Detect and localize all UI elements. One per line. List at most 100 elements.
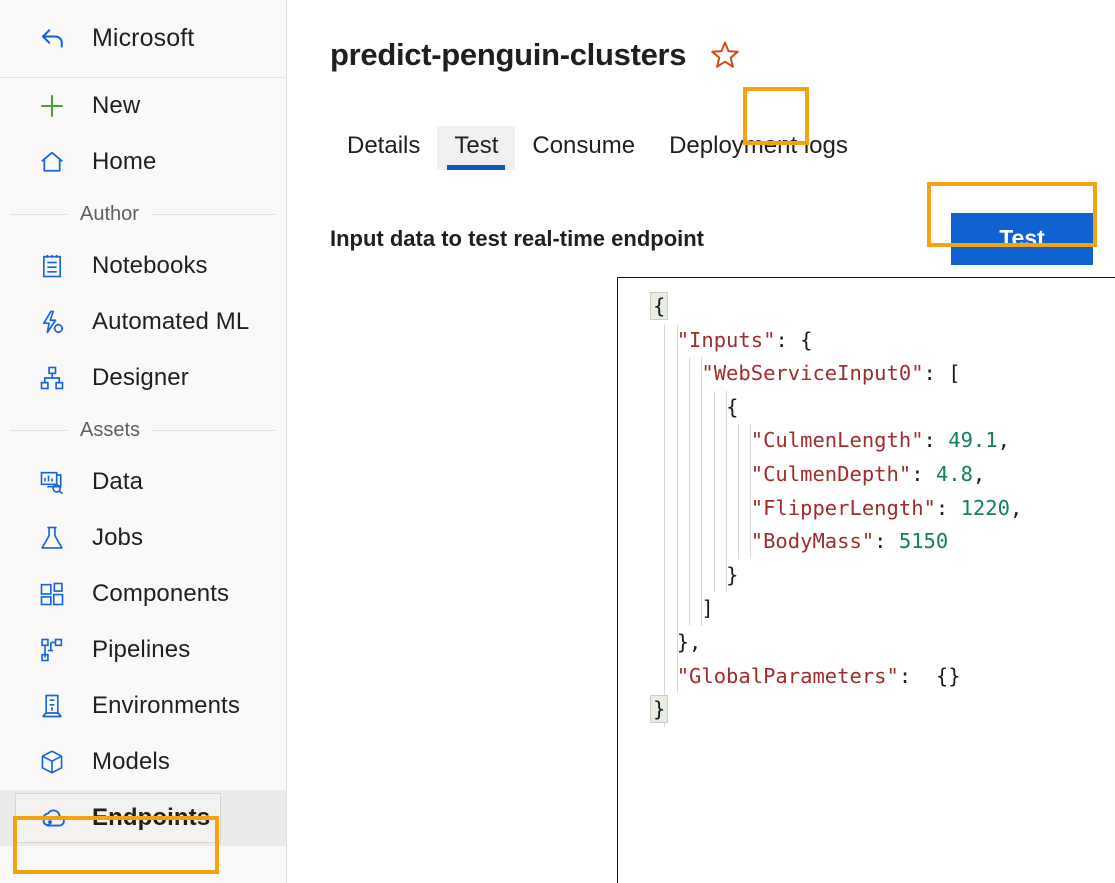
- json-key: "FlipperLength": [751, 496, 936, 520]
- tab-active-underline: [447, 165, 505, 170]
- section-label: Author: [80, 203, 139, 226]
- sidebar-item-environments[interactable]: Environments: [0, 678, 286, 734]
- json-punctuation: }: [726, 563, 738, 587]
- tab-label: Consume: [532, 132, 635, 159]
- json-punctuation: :: [874, 529, 899, 553]
- code-line: ]: [652, 592, 1115, 626]
- page-header: predict-penguin-clusters: [330, 0, 1115, 94]
- tab-details[interactable]: Details: [330, 126, 437, 170]
- section-label: Assets: [80, 419, 140, 442]
- main-content: predict-penguin-clusters Details Test Co…: [287, 0, 1115, 883]
- app-root: Microsoft New Home: [0, 0, 1115, 883]
- models-cube-icon: [38, 748, 70, 776]
- code-content[interactable]: { "Inputs": { "WebServiceInput0": [ { "C…: [618, 278, 1115, 727]
- sidebar-item-label: Designer: [92, 364, 189, 392]
- sidebar-item-designer[interactable]: Designer: [0, 350, 286, 406]
- jobs-flask-icon: [38, 524, 70, 552]
- sidebar-item-label: Data: [92, 468, 143, 496]
- sidebar-item-label: Endpoints: [92, 804, 210, 832]
- sidebar-item-label: Jobs: [92, 524, 143, 552]
- sidebar-item-notebooks[interactable]: Notebooks: [0, 238, 286, 294]
- sidebar: Microsoft New Home: [0, 0, 287, 883]
- json-value: 49.1: [948, 428, 997, 452]
- code-line: "FlipperLength": 1220,: [652, 492, 1115, 526]
- sidebar-item-label: Notebooks: [92, 252, 208, 280]
- automated-ml-icon: [38, 308, 70, 336]
- json-punctuation: ]: [701, 596, 713, 620]
- tab-label: Details: [347, 132, 420, 159]
- divider-line-right: [152, 430, 276, 431]
- pipelines-icon: [38, 636, 70, 664]
- sidebar-item-label: Models: [92, 748, 170, 776]
- json-punctuation: {: [726, 395, 738, 419]
- tab-deployment-logs[interactable]: Deployment logs: [652, 126, 865, 170]
- section-heading: Input data to test real-time endpoint: [330, 226, 704, 252]
- json-punctuation: :: [911, 462, 936, 486]
- designer-icon: [38, 364, 70, 392]
- sidebar-item-label: Components: [92, 580, 229, 608]
- code-line: "CulmenLength": 49.1,: [652, 424, 1115, 458]
- section-header-row: Input data to test real-time endpoint Te…: [330, 208, 1115, 271]
- json-punctuation: :: [924, 428, 949, 452]
- json-key: "CulmenLength": [751, 428, 924, 452]
- json-key: "Inputs": [677, 328, 776, 352]
- endpoints-cloud-icon: [38, 803, 70, 833]
- divider-line-right: [151, 214, 276, 215]
- tab-consume[interactable]: Consume: [515, 126, 652, 170]
- environments-icon: [38, 692, 70, 720]
- code-line: "BodyMass": 5150: [652, 525, 1115, 559]
- json-punctuation: :: [936, 496, 961, 520]
- json-punctuation: ,: [1010, 496, 1022, 520]
- sidebar-item-components[interactable]: Components: [0, 566, 286, 622]
- star-outline-icon[interactable]: [708, 32, 742, 77]
- sidebar-item-label: New: [92, 92, 140, 120]
- json-value: 5150: [899, 529, 948, 553]
- sidebar-item-data[interactable]: Data: [0, 454, 286, 510]
- json-key: "BodyMass": [751, 529, 874, 553]
- sidebar-section-assets: Assets: [0, 406, 286, 454]
- code-line: }: [652, 693, 1115, 727]
- json-key: "CulmenDepth": [751, 462, 911, 486]
- json-key: "WebServiceInput0": [701, 361, 923, 385]
- test-button[interactable]: Test: [951, 213, 1093, 265]
- sidebar-item-models[interactable]: Models: [0, 734, 286, 790]
- brand-back-to-microsoft[interactable]: Microsoft: [0, 0, 286, 78]
- json-key: "GlobalParameters": [677, 664, 899, 688]
- code-line: "Inputs": {: [652, 324, 1115, 358]
- divider-line-left: [10, 214, 68, 215]
- back-arrow-icon: [38, 24, 72, 54]
- home-icon: [38, 148, 70, 176]
- tab-label: Test: [454, 132, 498, 159]
- page-title: predict-penguin-clusters: [330, 37, 686, 73]
- json-punctuation: }: [650, 695, 668, 723]
- tab-test[interactable]: Test: [437, 126, 515, 170]
- json-code-editor[interactable]: { "Inputs": { "WebServiceInput0": [ { "C…: [617, 277, 1115, 883]
- plus-icon: [38, 92, 70, 120]
- code-line: },: [652, 626, 1115, 660]
- json-value: 4.8: [936, 462, 973, 486]
- sidebar-item-pipelines[interactable]: Pipelines: [0, 622, 286, 678]
- components-icon: [38, 580, 70, 608]
- json-punctuation: : {: [775, 328, 812, 352]
- json-value: 1220: [961, 496, 1010, 520]
- code-line: "WebServiceInput0": [: [652, 357, 1115, 391]
- code-line: }: [652, 559, 1115, 593]
- sidebar-item-endpoints[interactable]: Endpoints: [0, 790, 286, 846]
- data-icon: [38, 468, 70, 496]
- tab-label: Deployment logs: [669, 132, 848, 159]
- code-line: {: [652, 391, 1115, 425]
- sidebar-item-home[interactable]: Home: [0, 134, 286, 190]
- brand-label: Microsoft: [92, 24, 194, 53]
- divider-line-left: [10, 430, 68, 431]
- sidebar-item-label: Environments: [92, 692, 240, 720]
- sidebar-item-new[interactable]: New: [0, 78, 286, 134]
- json-punctuation: ,: [998, 428, 1010, 452]
- json-punctuation: },: [677, 630, 702, 654]
- sidebar-item-automated-ml[interactable]: Automated ML: [0, 294, 286, 350]
- sidebar-item-jobs[interactable]: Jobs: [0, 510, 286, 566]
- json-punctuation: : [: [924, 361, 961, 385]
- tab-bar: Details Test Consume Deployment logs: [330, 112, 1115, 170]
- sidebar-section-author: Author: [0, 190, 286, 238]
- code-line: "CulmenDepth": 4.8,: [652, 458, 1115, 492]
- json-punctuation: ,: [973, 462, 985, 486]
